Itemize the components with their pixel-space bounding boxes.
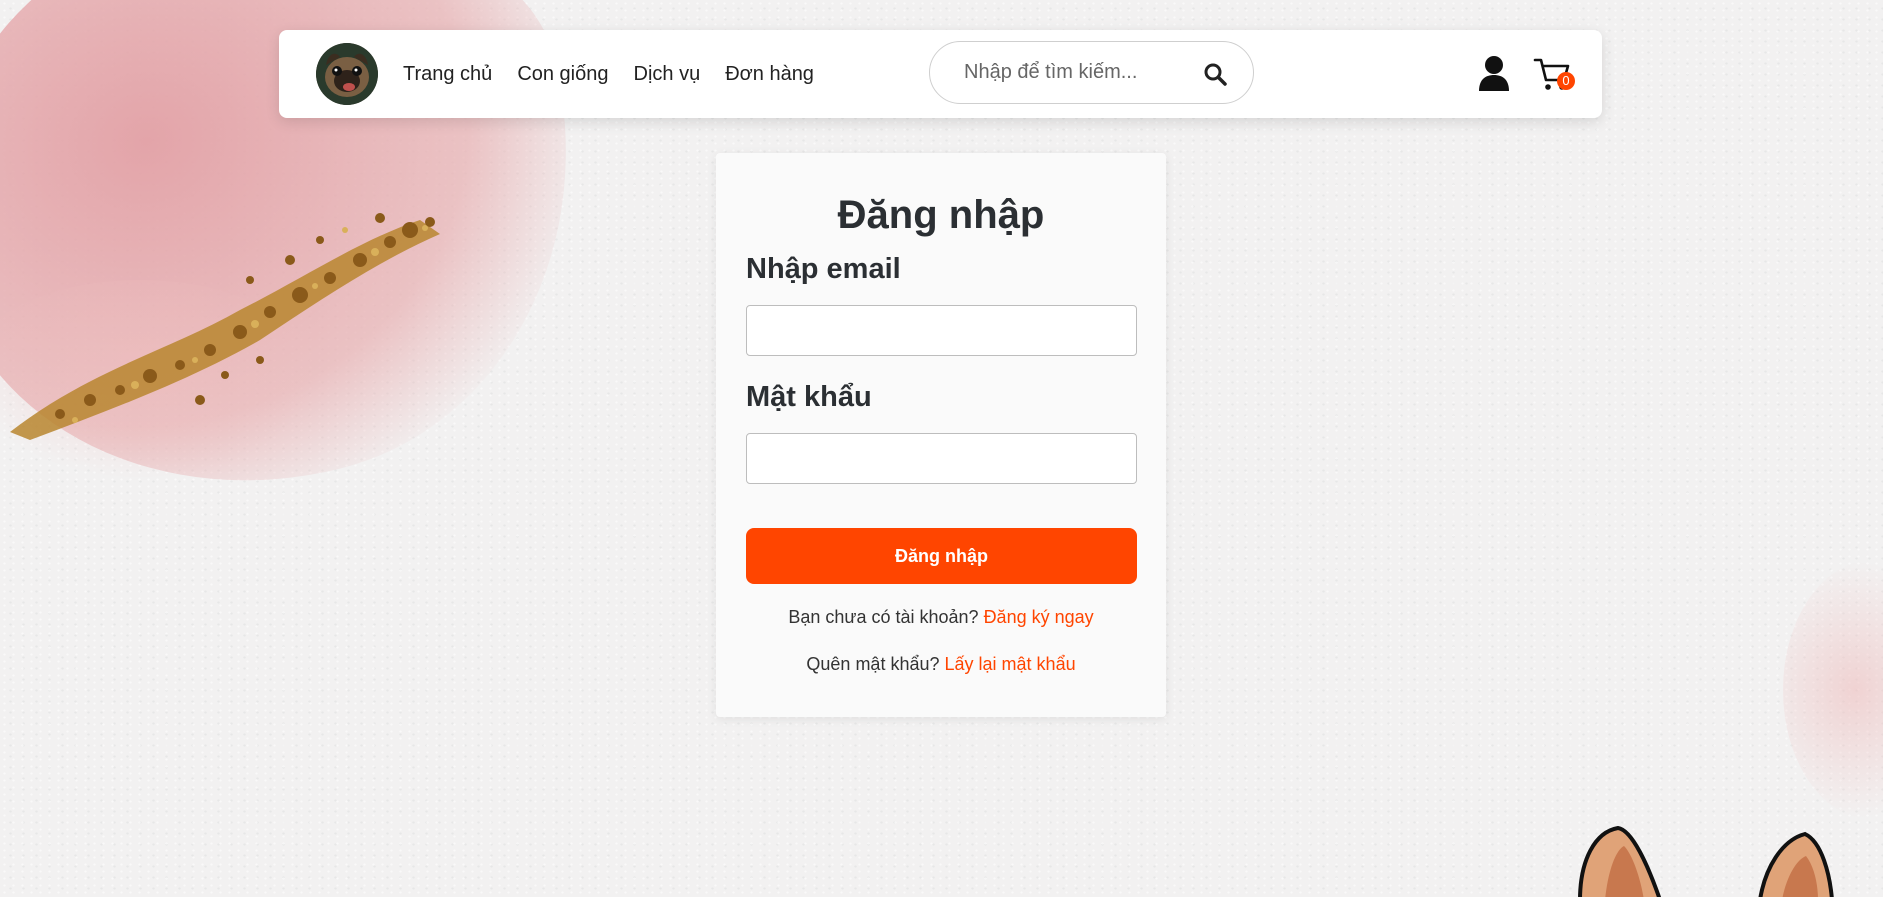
register-link[interactable]: Đăng ký ngay [984, 607, 1094, 627]
password-label: Mật khẩu [746, 381, 872, 413]
nav-item-services[interactable]: Dịch vụ [634, 63, 701, 86]
fox-ears-decoration [1578, 825, 1834, 897]
nav-item-home[interactable]: Trang chủ [403, 63, 492, 86]
login-card: Đăng nhập Nhập email Mật khẩu Đăng nhập … [716, 153, 1166, 717]
user-account-button[interactable] [1478, 55, 1510, 91]
cart-count-badge: 0 [1557, 72, 1575, 90]
register-prompt-text: Bạn chưa có tài khoản? [788, 607, 979, 627]
search-icon [1204, 63, 1227, 86]
pug-logo-icon [316, 43, 378, 105]
forgot-password-link[interactable]: Lấy lại mật khẩu [945, 654, 1076, 674]
main-nav: Trang chủ Con giống Dịch vụ Đơn hàng [403, 30, 839, 118]
page-title: Đăng nhập [837, 193, 1045, 237]
site-header: Trang chủ Con giống Dịch vụ Đơn hàng 0 [279, 30, 1602, 118]
password-field[interactable] [746, 433, 1137, 484]
pink-watercolor-wash-right [1783, 560, 1883, 820]
register-prompt-row: Bạn chưa có tài khoản? Đăng ký ngay [716, 607, 1166, 628]
nav-item-orders[interactable]: Đơn hàng [725, 63, 814, 86]
logo-image[interactable] [316, 43, 378, 105]
search-input[interactable] [962, 60, 1181, 85]
search-button[interactable] [1203, 62, 1227, 86]
user-icon [1479, 56, 1509, 91]
login-button[interactable]: Đăng nhập [746, 528, 1137, 584]
email-label: Nhập email [746, 253, 901, 285]
nav-item-breeds[interactable]: Con giống [517, 63, 608, 86]
gold-glitter-decoration [10, 213, 440, 440]
email-field[interactable] [746, 305, 1137, 356]
search-box [929, 41, 1254, 104]
forgot-password-row: Quên mật khẩu? Lấy lại mật khẩu [716, 654, 1166, 675]
forgot-prompt-text: Quên mật khẩu? [806, 654, 940, 674]
